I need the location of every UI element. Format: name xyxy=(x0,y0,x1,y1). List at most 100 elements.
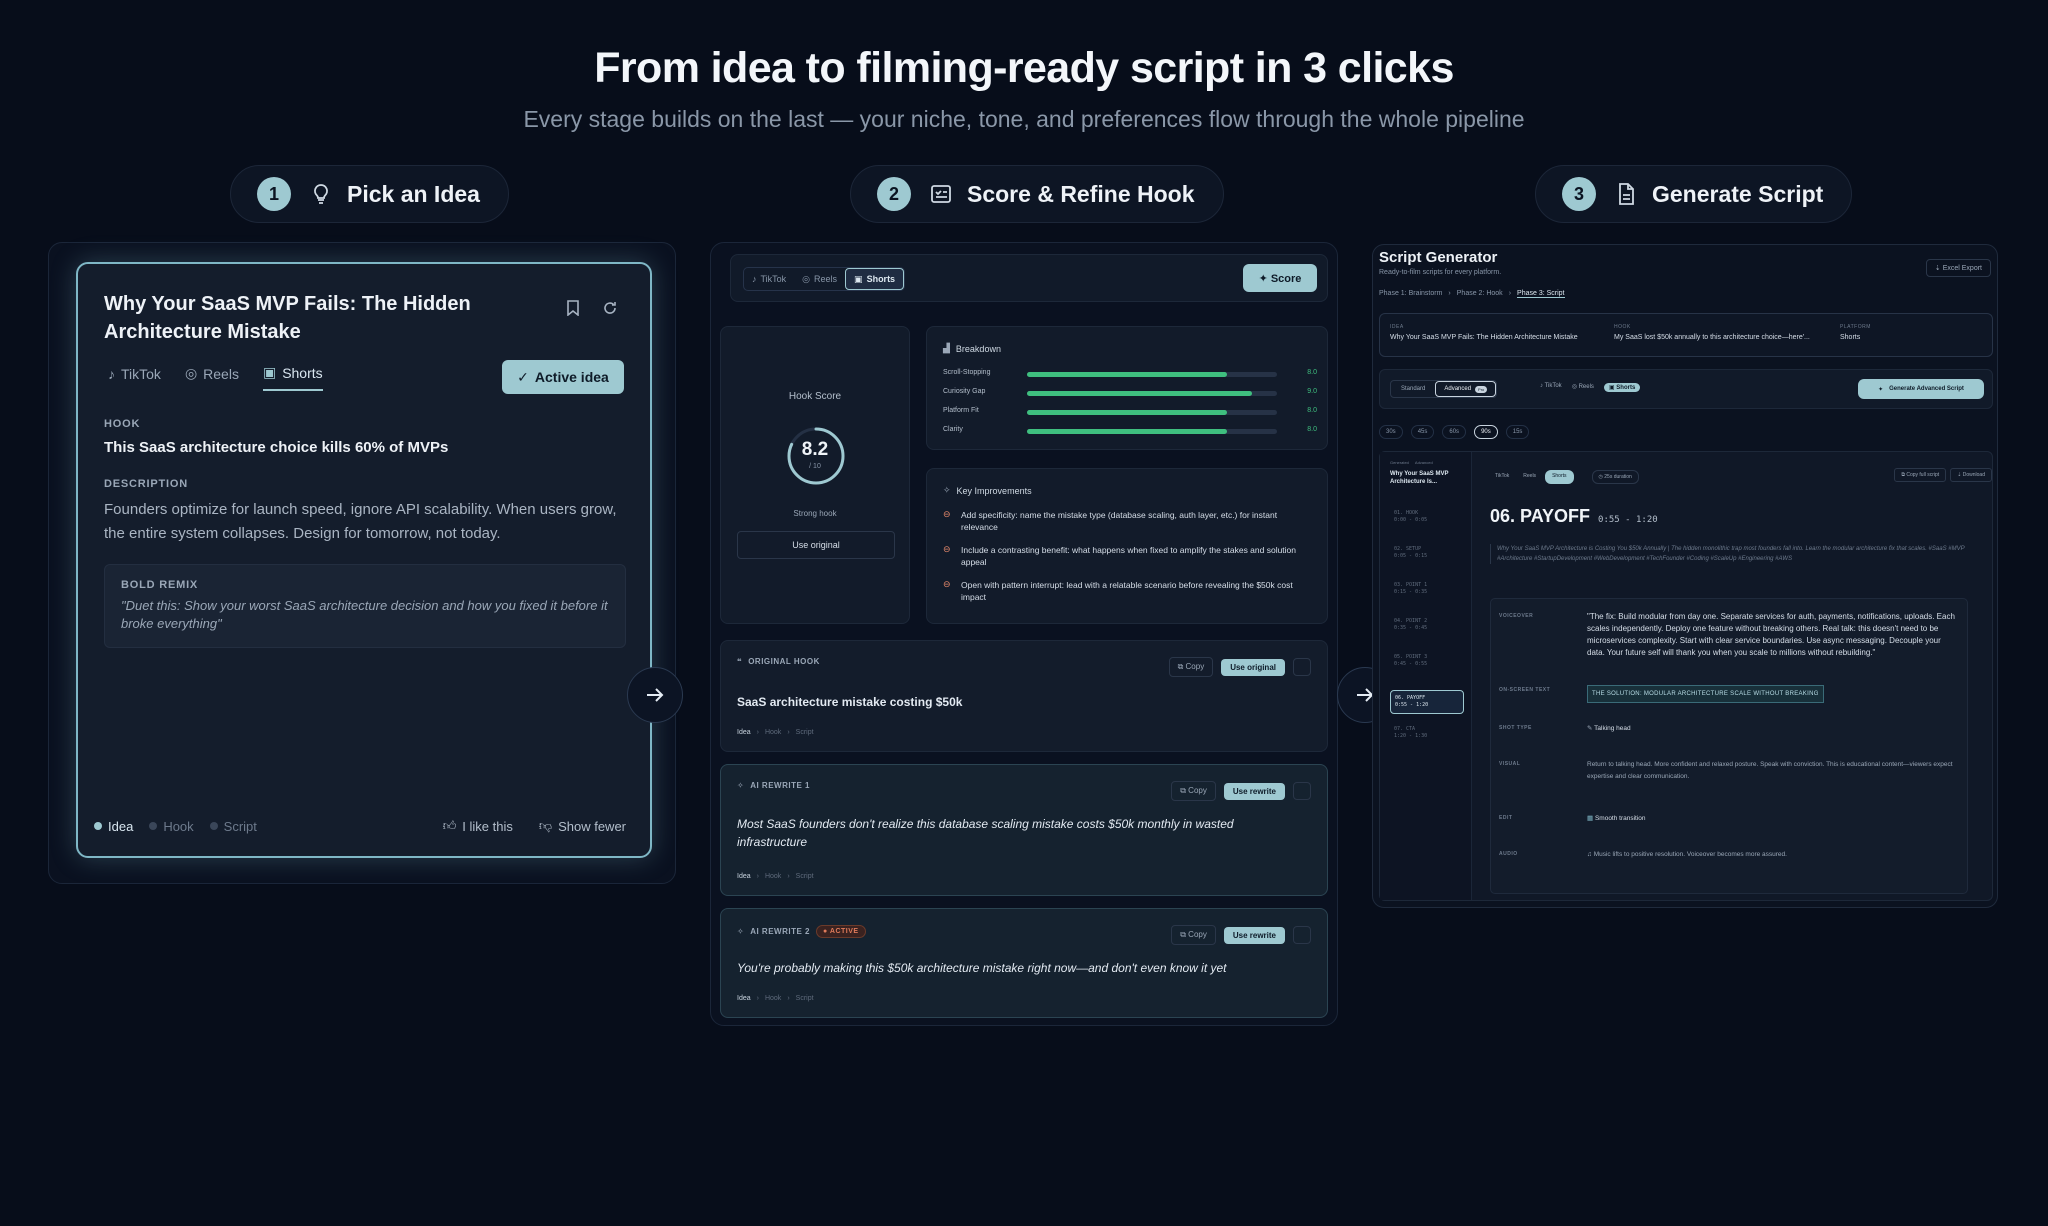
breakdown-label: Platform Fit xyxy=(943,407,979,414)
sparkle-icon: ✧ xyxy=(943,485,951,495)
duration-chip-active[interactable]: 90s xyxy=(1474,425,1498,439)
duration-chip[interactable]: 30s xyxy=(1379,425,1403,439)
next-arrow-button[interactable] xyxy=(627,667,683,723)
platform-tiktok[interactable]: ♪ TikTok xyxy=(1540,383,1562,392)
copy-button[interactable]: ⧉ Copy xyxy=(1171,781,1216,801)
use-original-button[interactable]: Use original xyxy=(737,531,895,559)
mode-advanced[interactable]: Advanced Pro xyxy=(1435,381,1497,397)
script-generator-title: Script Generator xyxy=(1379,249,1498,266)
flag-icon[interactable] xyxy=(1293,782,1311,800)
ai-rewrite-card[interactable]: ✧ AI REWRITE 1 ⧉ Copy Use rewrite Most SaaS … xyxy=(720,764,1328,896)
breakdown-value: 9.0 xyxy=(1307,388,1317,395)
duration-chip[interactable]: 60s xyxy=(1442,425,1467,439)
hook-toolbar: ♪ TikTok ◎ Reels ▣ Shorts ✦ Score xyxy=(730,254,1328,302)
step-number: 1 xyxy=(257,177,291,211)
duration-chip[interactable]: 45s xyxy=(1410,425,1435,439)
content-tab-reels[interactable]: Reels xyxy=(1518,470,1541,484)
bookmark-icon[interactable] xyxy=(566,300,580,321)
step-2-pill: 2 Score & Refine Hook xyxy=(850,165,1224,223)
pro-badge: Pro xyxy=(1475,385,1488,393)
thumbs-up-icon: 👍︎ xyxy=(442,818,457,833)
download-button[interactable]: ⇣ Download xyxy=(1950,468,1992,482)
tab-tiktok[interactable]: ♪ TikTok xyxy=(108,364,161,391)
duration-chip[interactable]: 15s xyxy=(1505,425,1530,439)
mode-standard[interactable]: Standard xyxy=(1391,381,1435,397)
section-item[interactable]: 04. POINT 2 0:35 - 0:45 xyxy=(1394,618,1427,632)
phase-1[interactable]: Phase 1: Brainstorm xyxy=(1379,290,1442,298)
score-button[interactable]: ✦ Score xyxy=(1243,264,1317,292)
hook-text: This SaaS architecture choice kills 60% … xyxy=(104,439,449,456)
section-item[interactable]: 03. POINT 1 0:15 - 0:35 xyxy=(1394,582,1427,596)
original-hook-card[interactable]: ❝ ORIGINAL HOOK ⧉ Copy Use original SaaS arc… xyxy=(720,640,1328,752)
breakdown-fill xyxy=(1027,372,1227,377)
flag-icon[interactable] xyxy=(1293,658,1311,676)
use-hook-button[interactable]: Use rewrite xyxy=(1223,926,1285,944)
copy-full-script-button[interactable]: ⧉ Copy full script xyxy=(1894,468,1947,482)
section-item[interactable]: 02. SETUP 0:05 - 0:15 xyxy=(1394,546,1427,560)
platform-reels[interactable]: ◎ Reels xyxy=(1572,383,1594,392)
crumb-hook: Hook xyxy=(149,819,194,834)
caption-text: Why Your SaaS MVP Architecture is Costin… xyxy=(1490,544,1970,564)
breakdown-row: Curiosity Gap 9.0 xyxy=(943,388,1317,398)
excel-export-button[interactable]: ⇣ Excel Export xyxy=(1925,259,1991,277)
script-context-box: IDEA Why Your SaaS MVP Fails: The Hidden … xyxy=(1379,313,1993,357)
crumb-script: Script xyxy=(209,819,257,834)
flag-icon[interactable] xyxy=(1293,926,1311,944)
sparkle-icon: ✦ xyxy=(1878,386,1884,393)
active-idea-button[interactable]: ✓ Active idea xyxy=(502,360,624,394)
phase-3[interactable]: Phase 3: Script xyxy=(1517,290,1565,298)
breakdown-value: 8.0 xyxy=(1307,426,1317,433)
check-icon: ✓ xyxy=(517,368,529,385)
tab-reels[interactable]: ◎ Reels xyxy=(185,364,239,391)
crumb-0: Idea xyxy=(737,729,751,736)
score-max: / 10 xyxy=(809,463,821,470)
copy-button[interactable]: ⧉ Copy xyxy=(1168,657,1214,677)
hook-score-card: Hook Score 8.2 / 10 Strong hook Use orig… xyxy=(720,326,910,624)
copy-icon: ⧉ xyxy=(1177,662,1186,671)
section-item[interactable]: 07. CTA 1:20 - 1:30 xyxy=(1394,726,1427,740)
tab-shorts[interactable]: ▣ Shorts xyxy=(262,364,323,391)
page-subtitle: Every stage builds on the last — your ni… xyxy=(523,106,1525,132)
step-number: 3 xyxy=(1562,177,1596,211)
script-row-value: Return to talking head. More confident a… xyxy=(1587,761,1953,780)
script-row-label: AUDIO xyxy=(1499,851,1518,857)
step-label: Pick an Idea xyxy=(347,180,480,207)
breakdown-title: Breakdown xyxy=(955,343,1001,354)
music-icon: ♫ xyxy=(1587,851,1594,858)
remix-label: BOLD REMIX xyxy=(121,579,199,591)
refresh-icon[interactable] xyxy=(602,300,618,321)
like-button[interactable]: 👍︎ I like this xyxy=(443,818,513,834)
script-row-label: VOICEOVER xyxy=(1499,613,1534,619)
breakdown-track xyxy=(1027,391,1277,396)
circle-minus-icon: ⊖ xyxy=(943,579,951,589)
platform-shorts[interactable]: ▣ Shorts xyxy=(1603,383,1641,392)
breakdown-fill xyxy=(1027,410,1227,415)
section-item[interactable]: 05. POINT 3 0:45 - 0:55 xyxy=(1394,654,1427,668)
generate-advanced-script-button[interactable]: ✦ Generate Advanced Script xyxy=(1858,379,1984,399)
youtube-icon: ▣ xyxy=(262,364,277,380)
improvement-text: Include a contrasting benefit: what happ… xyxy=(961,545,1297,567)
improvement-text: Open with pattern interrupt: lead with a… xyxy=(961,580,1293,602)
show-fewer-button[interactable]: 👎︎ Show fewer xyxy=(539,818,626,834)
arrow-right-icon xyxy=(647,688,664,702)
crumb-1: Hook xyxy=(764,729,782,736)
content-tab-shorts[interactable]: Shorts xyxy=(1545,470,1574,484)
crumb-0: Idea xyxy=(737,873,751,880)
platform-reels[interactable]: ◎ Reels xyxy=(794,268,845,290)
use-hook-button[interactable]: Use original xyxy=(1221,658,1285,676)
script-row-label: EDIT xyxy=(1499,815,1513,821)
platform-shorts[interactable]: ▣ Shorts xyxy=(845,268,905,290)
section-item-active[interactable]: 06. PAYOFF 0:55 - 1:20 xyxy=(1390,690,1464,714)
breakdown-card: ▟ Breakdown Scroll-Stopping 8.0 Curiosity … xyxy=(926,326,1328,450)
platform-tiktok[interactable]: ♪ TikTok xyxy=(744,268,794,290)
checklist-icon xyxy=(929,182,953,206)
description-text: Founders optimize for launch speed, igno… xyxy=(104,501,617,542)
section-item[interactable]: 01. HOOK 0:00 - 0:05 xyxy=(1394,510,1427,524)
copy-button[interactable]: ⧉ Copy xyxy=(1171,925,1216,945)
phase-2[interactable]: Phase 2: Hook xyxy=(1457,290,1503,298)
idea-card[interactable]: Why Your SaaS MVP Fails: The Hidden Arch… xyxy=(76,262,652,858)
ai-rewrite-card[interactable]: ✧ AI REWRITE 2 ● ACTIVE ⧉ Copy Use rewrite Yo… xyxy=(720,908,1328,1018)
use-hook-button[interactable]: Use rewrite xyxy=(1223,782,1285,800)
script-row-value: THE SOLUTION: MODULAR ARCHITECTURE SCALE… xyxy=(1587,685,1824,703)
content-tab-tiktok[interactable]: TikTok xyxy=(1490,470,1514,484)
